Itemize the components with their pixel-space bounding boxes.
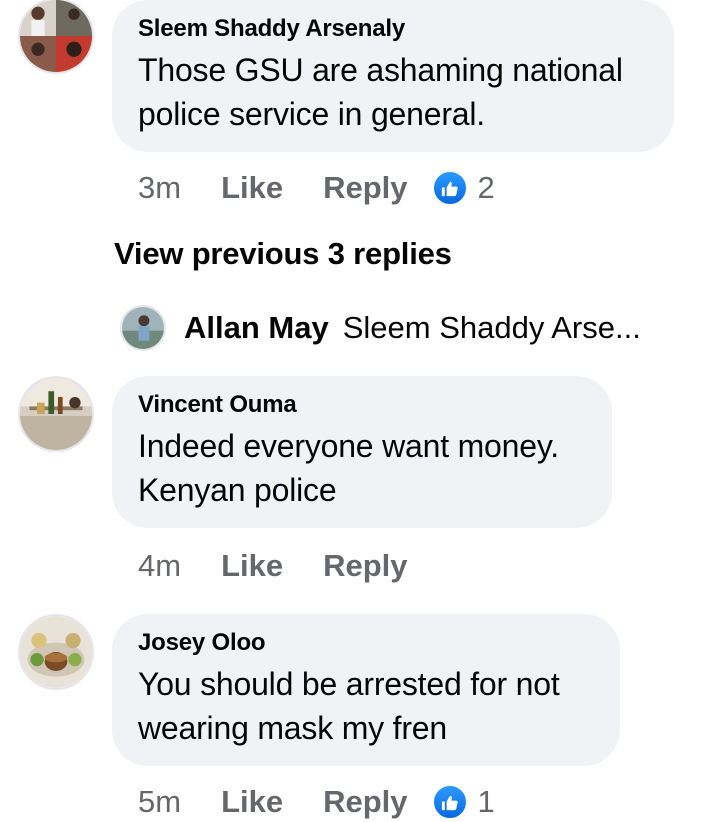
comment-text-line: police service in general. (138, 96, 485, 132)
avatar[interactable] (18, 376, 94, 452)
comment-text: You should be arrested for not wearing m… (138, 662, 594, 750)
comment-timestamp[interactable]: 4m (138, 548, 181, 584)
avatar-image (122, 307, 164, 349)
comment-text: Indeed everyone want money. Kenyan polic… (138, 424, 586, 512)
comment-actions: 3m Like Reply 2 (138, 168, 495, 208)
reaction-summary[interactable]: 1 (431, 784, 495, 820)
like-button[interactable]: Like (221, 170, 283, 206)
avatar (120, 305, 166, 351)
reply-snippet: Sleem Shaddy Arse... (342, 310, 641, 345)
reaction-summary[interactable]: 2 (431, 170, 495, 206)
avatar-image (20, 378, 92, 450)
avatar-image (20, 616, 92, 688)
reply-preview[interactable]: Allan May Sleem Shaddy Arse... (120, 304, 641, 352)
thumbs-up-icon (431, 784, 468, 820)
like-button[interactable]: Like (221, 784, 283, 820)
comment-bubble: Josey Oloo You should be arrested for no… (112, 614, 620, 766)
avatar[interactable] (18, 614, 94, 690)
avatar-image (20, 0, 92, 72)
avatar[interactable] (18, 0, 94, 74)
comment-author[interactable]: Sleem Shaddy Arsenaly (138, 14, 648, 44)
reply-button[interactable]: Reply (323, 170, 407, 206)
comment-bubble: Vincent Ouma Indeed everyone want money.… (112, 376, 612, 528)
comment-text: Those GSU are ashaming national police s… (138, 48, 648, 136)
comment-text-line: Indeed everyone want money. (138, 428, 559, 464)
comment-actions: 5m Like Reply 1 (138, 782, 495, 822)
comment-text-line: wearing mask my fren (138, 710, 447, 746)
comment-author[interactable]: Josey Oloo (138, 628, 594, 658)
reply-button[interactable]: Reply (323, 784, 407, 820)
thumbs-up-icon (431, 170, 468, 206)
view-previous-replies-link[interactable]: View previous 3 replies (114, 236, 452, 272)
reply-button[interactable]: Reply (323, 548, 407, 584)
comment-text-line: Those GSU are ashaming national (138, 52, 623, 88)
comment-text-line: Kenyan police (138, 472, 337, 508)
reaction-count: 2 (477, 170, 495, 205)
comment-author[interactable]: Vincent Ouma (138, 390, 586, 420)
comment-bubble: Sleem Shaddy Arsenaly Those GSU are asha… (112, 0, 674, 152)
reply-author: Allan May (184, 310, 329, 345)
comment-text-line: You should be arrested for not (138, 666, 560, 702)
comment-timestamp[interactable]: 3m (138, 170, 181, 206)
comment-timestamp[interactable]: 5m (138, 784, 181, 820)
reaction-count: 1 (477, 784, 495, 819)
like-button[interactable]: Like (221, 548, 283, 584)
comment-actions: 4m Like Reply (138, 546, 448, 586)
